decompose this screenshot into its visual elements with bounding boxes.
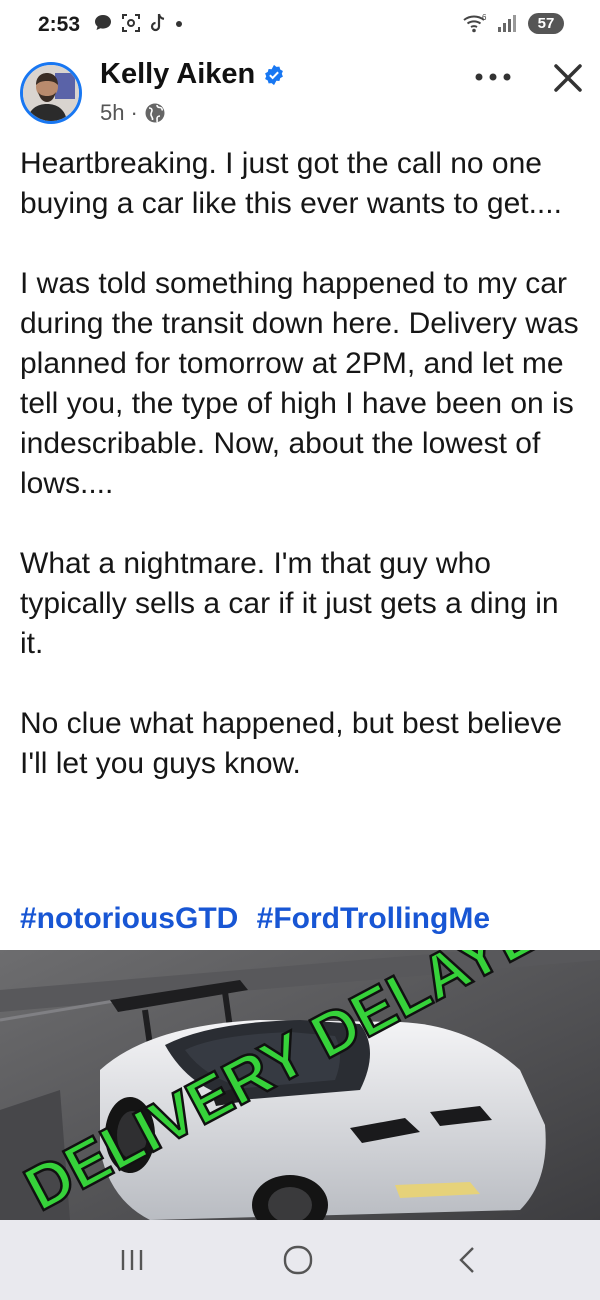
meta-separator: · [130, 100, 138, 125]
hashtag-link[interactable]: #FordTrollingMe [257, 902, 490, 935]
signal-icon [498, 15, 516, 32]
battery-indicator: 57 [528, 12, 564, 34]
tiktok-icon [150, 13, 165, 32]
back-icon[interactable] [452, 1244, 484, 1276]
hashtag-link[interactable]: #notoriousGTD [20, 902, 238, 935]
avatar[interactable] [20, 62, 82, 124]
chat-icon [95, 15, 111, 30]
screenshot-icon [122, 14, 140, 32]
post-meta: 5h · [100, 100, 166, 126]
recents-icon[interactable] [118, 1246, 146, 1274]
verified-icon [265, 64, 284, 85]
close-icon [554, 64, 582, 92]
post-paragraph: Heartbreaking. I just got the call no on… [20, 147, 562, 220]
author-name[interactable]: Kelly Aiken [100, 58, 285, 91]
more-icon [475, 73, 511, 81]
post-paragraph: I was told something happened to my car … [20, 267, 579, 500]
globe-icon [145, 103, 165, 123]
wifi-icon: 6 [463, 13, 487, 33]
clock: 2:53 [38, 13, 81, 36]
hashtags: #notoriousGTD #FordTrollingMe [20, 902, 500, 936]
close-button[interactable] [548, 58, 588, 98]
status-bar: 2:53 6 57 [0, 0, 600, 52]
system-icons: 6 57 [462, 12, 564, 34]
post-body: Heartbreaking. I just got the call no on… [20, 144, 590, 824]
navigation-bar [0, 1220, 600, 1300]
time-ago[interactable]: 5h [100, 100, 124, 126]
dot-icon [176, 21, 182, 27]
post-paragraph: What a nightmare. I'm that guy who typic… [20, 547, 559, 660]
post-image[interactable]: DELIVERY DELAYED [0, 950, 600, 1220]
notification-icons [92, 12, 184, 34]
post-paragraph: No clue what happened, but best believe … [20, 707, 563, 780]
more-options-button[interactable] [472, 62, 514, 100]
home-icon[interactable] [282, 1244, 314, 1276]
svg-text:6: 6 [482, 13, 487, 22]
post-header: Kelly Aiken 5h · [0, 52, 600, 132]
author-name-text[interactable]: Kelly Aiken [100, 58, 255, 91]
